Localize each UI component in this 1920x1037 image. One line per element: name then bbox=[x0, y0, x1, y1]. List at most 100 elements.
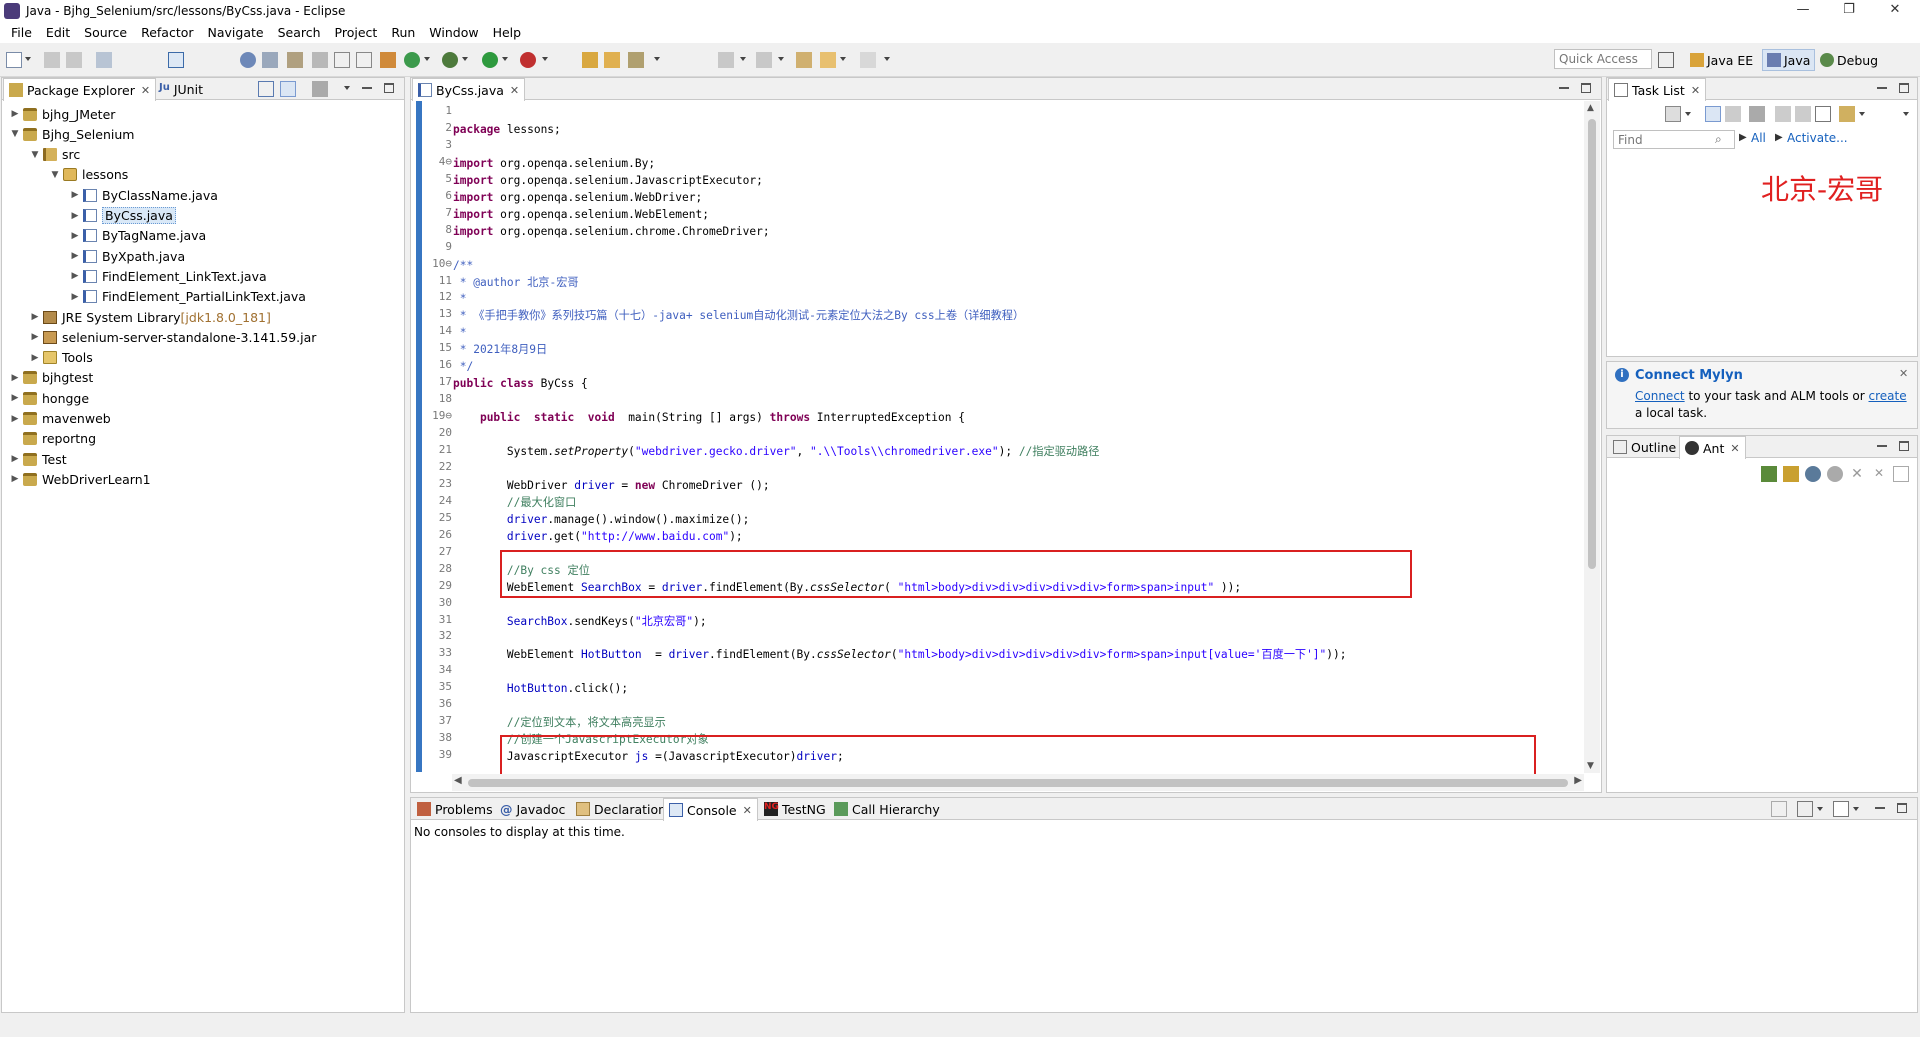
tab-console[interactable]: Console ✕ bbox=[663, 798, 758, 821]
close-icon[interactable]: ✕ bbox=[1730, 442, 1739, 455]
chevron-right-icon[interactable]: ▶ bbox=[10, 474, 20, 484]
code-line[interactable]: public static void main(String [] args) … bbox=[453, 409, 965, 426]
block-select-icon[interactable] bbox=[356, 52, 372, 68]
hide-targets-icon[interactable] bbox=[1805, 466, 1821, 482]
minimize-icon[interactable] bbox=[362, 83, 372, 89]
code-line[interactable]: import org.openqa.selenium.chrome.Chrome… bbox=[453, 223, 770, 240]
maximize-icon[interactable] bbox=[1897, 803, 1907, 813]
print-icon[interactable] bbox=[96, 52, 112, 68]
maximize-icon[interactable] bbox=[1899, 83, 1909, 93]
tree-item[interactable]: ▶ selenium-server-standalone-3.141.59.jar bbox=[30, 327, 317, 347]
terminal-icon[interactable] bbox=[168, 52, 184, 68]
tab-bycss-java[interactable]: ByCss.java ✕ bbox=[412, 78, 526, 101]
all-link[interactable]: All bbox=[1751, 131, 1766, 145]
code-line[interactable]: import org.openqa.selenium.JavascriptExe… bbox=[453, 172, 763, 189]
search-icon[interactable]: ⌕ bbox=[1715, 132, 1722, 147]
code-line[interactable]: package lessons; bbox=[453, 121, 561, 138]
collapse-all-icon[interactable] bbox=[1815, 106, 1831, 122]
tree-item[interactable]: ▼ Bjhg_Selenium bbox=[10, 124, 135, 144]
chevron-down-icon[interactable] bbox=[462, 57, 468, 61]
prev-annotation-icon[interactable] bbox=[756, 52, 772, 68]
chevron-right-icon[interactable]: ▶ bbox=[70, 211, 80, 221]
close-icon[interactable]: ✕ bbox=[1691, 84, 1700, 97]
close-icon[interactable]: ✕ bbox=[743, 804, 752, 817]
tree-item[interactable]: ▶ JRE System Library [jdk1.8.0_181] bbox=[30, 307, 271, 327]
chevron-right-icon[interactable]: ▶ bbox=[10, 454, 20, 464]
code-line[interactable]: * bbox=[453, 324, 467, 341]
chevron-down-icon[interactable] bbox=[840, 57, 846, 61]
connect-link[interactable]: Connect bbox=[1635, 389, 1685, 403]
chevron-right-icon[interactable]: ▶ bbox=[30, 353, 40, 363]
search-icon[interactable] bbox=[262, 52, 278, 68]
maximize-icon[interactable] bbox=[1899, 441, 1909, 451]
focus-icon[interactable] bbox=[1749, 106, 1765, 122]
code-editor[interactable]: 1 2 3 4⊖ 5 6 7 8 9 10⊖ 11 12 13 14 15 16 17 18 19⊖ 20 21 22 23… bbox=[412, 101, 1600, 791]
tree-item[interactable]: ▶ bjhg_JMeter bbox=[10, 104, 116, 124]
hide-completed-icon[interactable] bbox=[1775, 106, 1791, 122]
open-type-icon[interactable] bbox=[240, 52, 256, 68]
menu-search[interactable]: Search bbox=[271, 25, 328, 40]
tree-item[interactable]: ▶ ByCss.java bbox=[70, 206, 176, 226]
chevron-right-icon[interactable]: ▶ bbox=[30, 312, 40, 322]
scroll-up-icon[interactable]: ▲ bbox=[1587, 103, 1594, 113]
tab-javadoc[interactable]: @ Javadoc bbox=[495, 798, 570, 820]
tree-item[interactable]: ▶ bjhgtest bbox=[10, 368, 94, 388]
tab-task-list[interactable]: Task List ✕ bbox=[1608, 78, 1707, 101]
last-edit-icon[interactable] bbox=[796, 52, 812, 68]
menu-project[interactable]: Project bbox=[328, 25, 385, 40]
code-line[interactable]: * 《手把手教你》系列技巧篇（十七）-java+ selenium自动化测试-元… bbox=[453, 307, 1024, 324]
code-line[interactable]: import org.openqa.selenium.By; bbox=[453, 155, 655, 172]
menu-navigate[interactable]: Navigate bbox=[201, 25, 271, 40]
menu-window[interactable]: Window bbox=[422, 25, 485, 40]
refresh-icon[interactable] bbox=[404, 52, 420, 68]
close-icon[interactable]: ✕ bbox=[510, 84, 519, 97]
close-icon[interactable]: ✕ bbox=[141, 84, 150, 97]
tree-item[interactable]: ▶ ByXpath.java bbox=[70, 246, 186, 266]
save-icon[interactable] bbox=[44, 52, 60, 68]
tab-testng[interactable]: NG TestNG bbox=[759, 798, 831, 820]
menu-source[interactable]: Source bbox=[77, 25, 134, 40]
menu-refactor[interactable]: Refactor bbox=[134, 25, 200, 40]
chevron-down-icon[interactable] bbox=[502, 57, 508, 61]
minimize-icon[interactable] bbox=[1877, 83, 1887, 89]
close-icon[interactable]: ✕ bbox=[1899, 367, 1908, 380]
create-link[interactable]: create bbox=[1869, 389, 1907, 403]
code-line[interactable]: //定位到文本，将文本高亮显示 bbox=[453, 714, 666, 731]
code-line[interactable]: System.setProperty("webdriver.gecko.driv… bbox=[453, 443, 1100, 460]
code-line[interactable]: public class ByCss { bbox=[453, 375, 588, 392]
tree-item[interactable]: ▶ ByTagName.java bbox=[70, 226, 207, 246]
tree-item[interactable]: ▼ lessons bbox=[50, 165, 129, 185]
code-line[interactable]: HotButton.click(); bbox=[453, 680, 628, 697]
chevron-down-icon[interactable] bbox=[778, 57, 784, 61]
chevron-down-icon[interactable] bbox=[654, 57, 660, 61]
chevron-down-icon[interactable]: ▼ bbox=[10, 129, 20, 139]
restore-button[interactable]: ❐ bbox=[1826, 0, 1872, 22]
tree-item[interactable]: ▶ ByClassName.java bbox=[70, 185, 218, 205]
tree-item[interactable]: ▼ src bbox=[30, 145, 81, 165]
menu-run[interactable]: Run bbox=[384, 25, 422, 40]
run-icon[interactable] bbox=[482, 52, 498, 68]
focus-icon[interactable] bbox=[312, 81, 328, 97]
new-class-icon[interactable] bbox=[380, 52, 396, 68]
open-console-icon[interactable] bbox=[1833, 801, 1849, 817]
block-icon[interactable] bbox=[334, 52, 350, 68]
vertical-scroll-thumb[interactable] bbox=[1588, 119, 1596, 569]
run-target-icon[interactable] bbox=[1827, 466, 1843, 482]
tab-declaration[interactable]: Declaration bbox=[571, 798, 671, 820]
code-line[interactable]: import org.openqa.selenium.WebElement; bbox=[453, 206, 709, 223]
repository-icon[interactable] bbox=[1839, 106, 1855, 122]
save-all-icon[interactable] bbox=[66, 52, 82, 68]
open-perspective-icon[interactable] bbox=[1658, 52, 1674, 68]
tree-item[interactable]: ▶ hongge bbox=[10, 388, 90, 408]
chevron-right-icon[interactable]: ▶ bbox=[10, 414, 20, 424]
categorized-icon[interactable] bbox=[1705, 106, 1721, 122]
code-line[interactable]: //最大化窗口 bbox=[453, 494, 576, 511]
menu-help[interactable]: Help bbox=[486, 25, 529, 40]
minimize-icon[interactable] bbox=[1559, 83, 1569, 89]
chevron-right-icon[interactable]: ▶ bbox=[70, 271, 80, 281]
chevron-down-icon[interactable] bbox=[25, 57, 31, 61]
open-folder-icon[interactable] bbox=[582, 52, 598, 68]
code-line[interactable]: * @author 北京-宏哥 bbox=[453, 274, 579, 291]
horizontal-scrollbar[interactable]: ◀ ▶ bbox=[452, 774, 1584, 791]
code-line[interactable]: driver.get("http://www.baidu.com"); bbox=[453, 528, 743, 545]
